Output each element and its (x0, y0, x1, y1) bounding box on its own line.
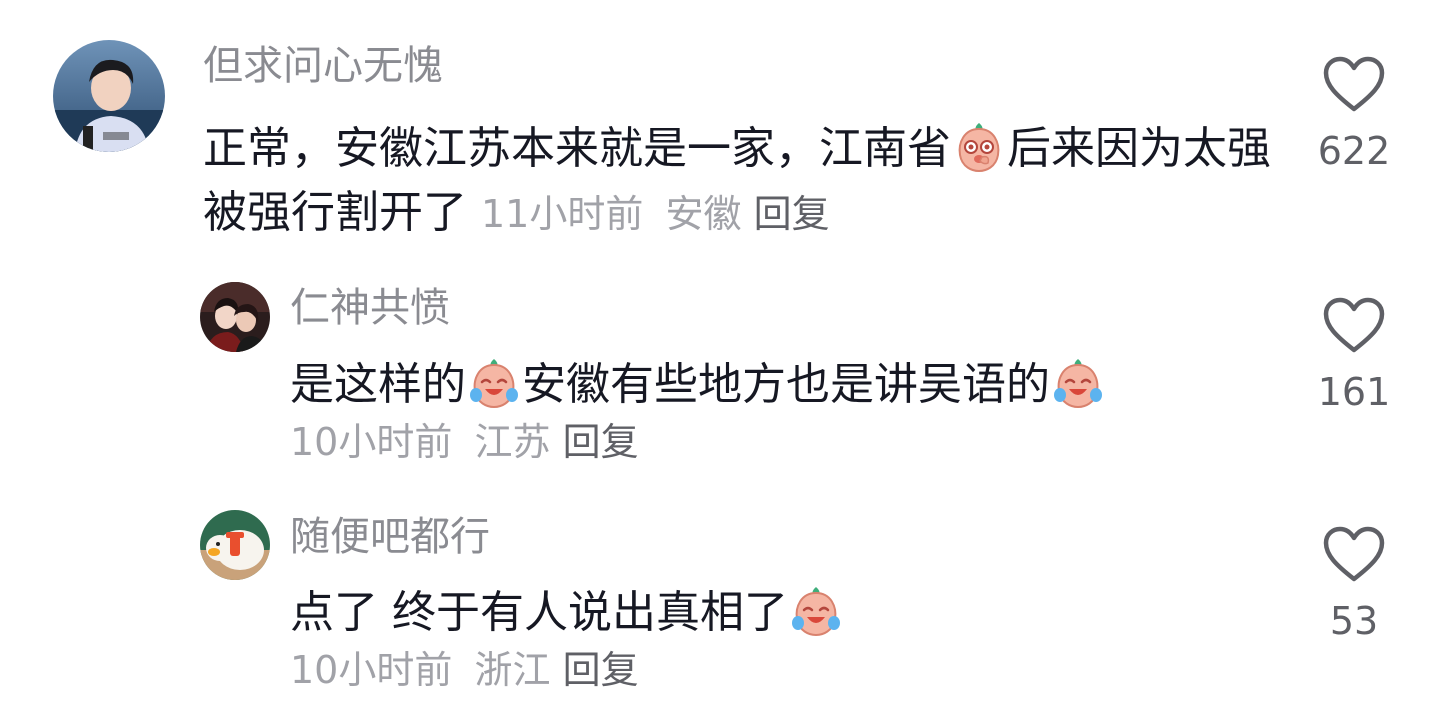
heart-outline-icon[interactable] (1322, 55, 1386, 113)
duck-toy-avatar-icon (200, 510, 270, 580)
reply-button[interactable]: 回复 (754, 192, 830, 236)
comment-location: 浙江 (474, 648, 551, 692)
like-count: 53 (1329, 599, 1379, 643)
avatar[interactable] (200, 282, 270, 352)
avatar[interactable] (200, 510, 270, 580)
comment-meta: 10小时前 浙江 回复 (290, 642, 639, 698)
young-man-avatar-icon (53, 40, 165, 152)
comment-username[interactable]: 随便吧都行 (290, 513, 490, 561)
comment-username[interactable]: 仁神共愤 (290, 284, 450, 332)
comment-meta: 10小时前 江苏 回复 (290, 414, 639, 470)
comment-item: 随便吧都行 点了 终于有人说出真相了 10小时前 浙江 回复 53 (0, 480, 1438, 725)
reply-button[interactable]: 回复 (563, 648, 639, 692)
heart-outline-icon[interactable] (1322, 525, 1386, 583)
comment-location: 江苏 (474, 420, 551, 464)
crying-laughing-peach-icon (789, 583, 843, 637)
comment-text-part: 点了 终于有人说出真相了 (290, 587, 788, 638)
comment-time: 11小时前 (481, 192, 644, 236)
like-button[interactable]: 622 (1294, 55, 1414, 173)
blushing-peach-icon (952, 119, 1006, 173)
reply-button[interactable]: 回复 (563, 420, 639, 464)
comment-text: 正常，安徽江苏本来就是一家，江南省 后来因为太强被强行割开了 11小时前 安徽 回… (203, 117, 1283, 246)
like-button[interactable]: 161 (1294, 296, 1414, 414)
heart-outline-icon[interactable] (1322, 296, 1386, 354)
comment-time: 10小时前 (290, 648, 453, 692)
comment-text-part: 是这样的 (290, 359, 466, 410)
avatar[interactable] (53, 40, 165, 152)
crying-laughing-peach-icon (1051, 355, 1105, 409)
comment-item: 但求问心无愧 正常，安徽江苏本来就是一家，江南省 后来因为太强被强行割开了 11小… (0, 0, 1438, 250)
like-count: 161 (1317, 370, 1391, 414)
comment-item: 仁神共愤 是这样的 安徽有些地方也是讲吴语的 10小时前 江苏 回复 161 (0, 250, 1438, 480)
comment-text: 是这样的 安徽有些地方也是讲吴语的 (290, 353, 1270, 417)
like-button[interactable]: 53 (1294, 525, 1414, 643)
comment-text-part: 正常，安徽江苏本来就是一家，江南省 (203, 123, 951, 174)
comment-meta: 11小时前 安徽 回复 (481, 192, 830, 236)
comment-username[interactable]: 但求问心无愧 (203, 42, 443, 90)
comment-location: 安徽 (665, 192, 742, 236)
comment-text: 点了 终于有人说出真相了 (290, 581, 1270, 645)
crying-laughing-peach-icon (467, 355, 521, 409)
comment-text-part: 安徽有些地方也是讲吴语的 (522, 359, 1050, 410)
couple-avatar-icon (200, 282, 270, 352)
like-count: 622 (1317, 129, 1391, 173)
comment-time: 10小时前 (290, 420, 453, 464)
